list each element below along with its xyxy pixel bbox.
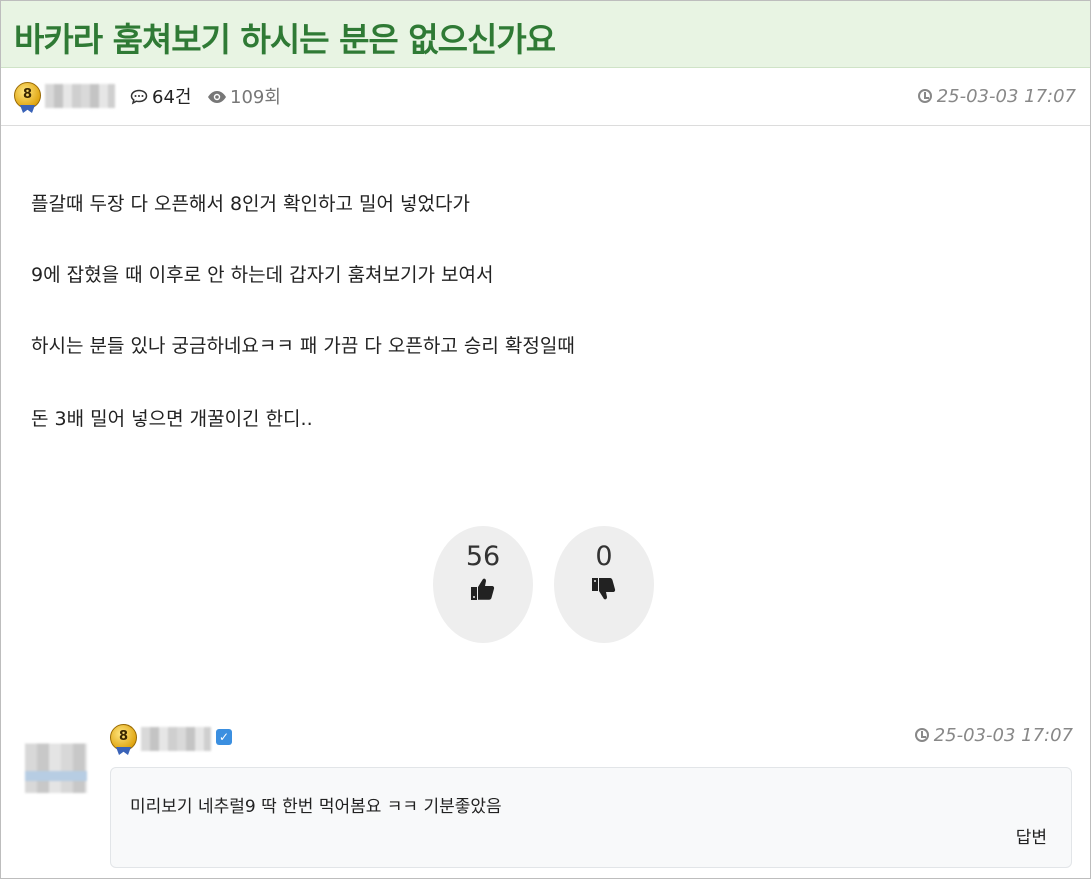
dislike-button[interactable]: 0 xyxy=(554,526,654,643)
verified-check-icon: ✓ xyxy=(216,729,232,745)
post-title-bar: 바카라 훔쳐보기 하시는 분은 없으신가요 xyxy=(1,1,1090,68)
author-name[interactable] xyxy=(45,84,115,108)
level-badge-icon: 8 xyxy=(110,724,137,755)
thumbs-down-icon xyxy=(592,578,616,600)
eye-icon xyxy=(208,91,226,103)
comment-icon xyxy=(130,89,148,105)
comment-author-name[interactable] xyxy=(141,727,211,751)
clock-icon xyxy=(917,89,932,103)
post-title: 바카라 훔쳐보기 하시는 분은 없으신가요 xyxy=(14,20,556,59)
view-count: 109회 xyxy=(207,83,281,109)
avatar[interactable] xyxy=(25,731,87,793)
post-frame: 바카라 훔쳐보기 하시는 분은 없으신가요 8 64건 109회 25-03-0… xyxy=(0,0,1091,879)
post-date: 25-03-03 17:07 xyxy=(917,86,1076,107)
level-badge-icon: 8 xyxy=(14,82,41,113)
reply-button[interactable]: 답변 xyxy=(1016,823,1047,848)
thumbs-up-icon xyxy=(471,578,495,600)
clock-icon xyxy=(914,728,929,742)
like-button[interactable]: 56 xyxy=(433,526,533,643)
body-line: 돈 3배 밀어 넣으면 개꿀이긴 한디.. xyxy=(31,408,313,430)
body-line: 플갈때 두장 다 오픈해서 8인거 확인하고 밀어 넣었다가 xyxy=(31,193,470,215)
comment-text: 미리보기 네추럴9 딱 한번 먹어봄요 ㅋㅋ 기분좋았음 xyxy=(130,797,502,817)
comment-count: 64건 xyxy=(130,83,191,109)
dislike-count: 0 xyxy=(595,541,613,572)
comment-date: 25-03-03 17:07 xyxy=(914,725,1073,746)
body-line: 9에 잡혔을 때 이후로 안 하는데 갑자기 훔쳐보기가 보여서 xyxy=(31,264,494,286)
post-meta: 8 64건 109회 25-03-03 17:07 xyxy=(1,69,1090,126)
comment-box: 미리보기 네추럴9 딱 한번 먹어봄요 ㅋㅋ 기분좋았음 답변 xyxy=(110,767,1072,868)
like-count: 56 xyxy=(465,541,501,572)
body-line: 하시는 분들 있나 궁금하네요ㅋㅋ 패 가끔 다 오픈하고 승리 확정일때 xyxy=(31,335,575,357)
